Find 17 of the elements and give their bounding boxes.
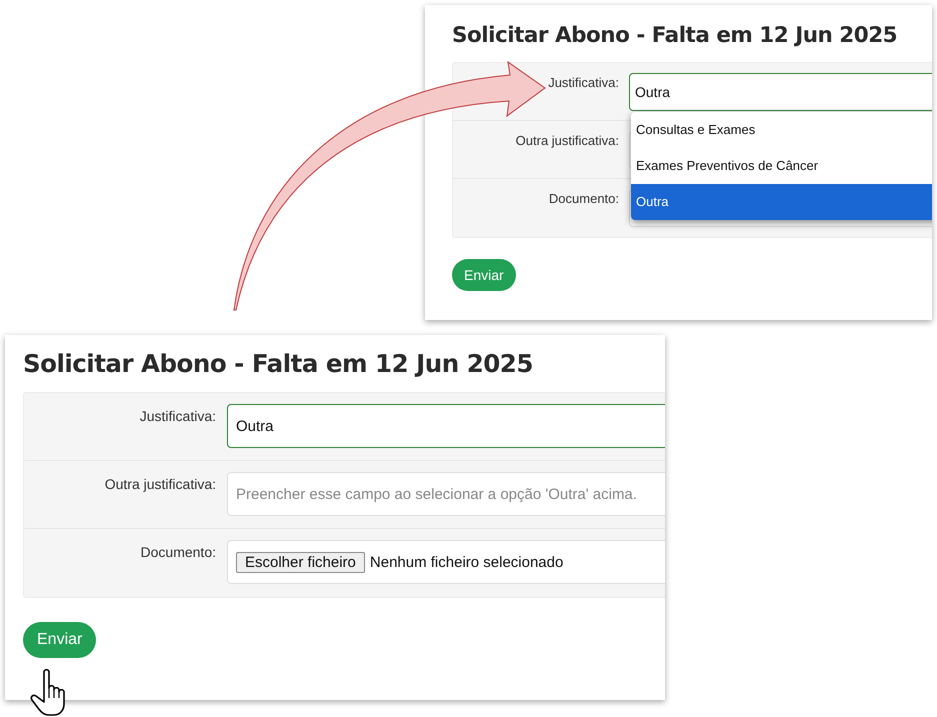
text-field[interactable]: Preencher esse campo ao selecionar a opção 'Outra' acima.: [227, 472, 665, 516]
dropdown-option[interactable]: Outra: [631, 184, 932, 220]
file-field[interactable]: Escolher ficheiro Nenhum ficheiro selecionado: [227, 540, 665, 584]
field-label: Documento:: [548, 191, 619, 206]
field-label: Outra justificativa:: [516, 133, 619, 148]
field-label: Justificativa:: [548, 75, 619, 90]
select-field[interactable]: Outra: [629, 73, 932, 111]
field-label: Justificativa:: [140, 408, 216, 424]
field-label: Documento:: [140, 544, 216, 560]
file-status: Nenhum ficheiro selecionado: [370, 554, 564, 570]
dropdown-option[interactable]: Consultas e Exames: [631, 112, 932, 148]
page-title: Solicitar Abono - Falta em 12 Jun 2025: [23, 349, 533, 378]
dropdown-option[interactable]: Exames Preventivos de Câncer: [631, 148, 932, 184]
field-label: Outra justificativa:: [104, 476, 216, 492]
page-title: Solicitar Abono - Falta em 12 Jun 2025: [452, 23, 898, 48]
select-field[interactable]: Outra: [227, 404, 665, 448]
choose-file-button[interactable]: Escolher ficheiro: [236, 552, 365, 572]
